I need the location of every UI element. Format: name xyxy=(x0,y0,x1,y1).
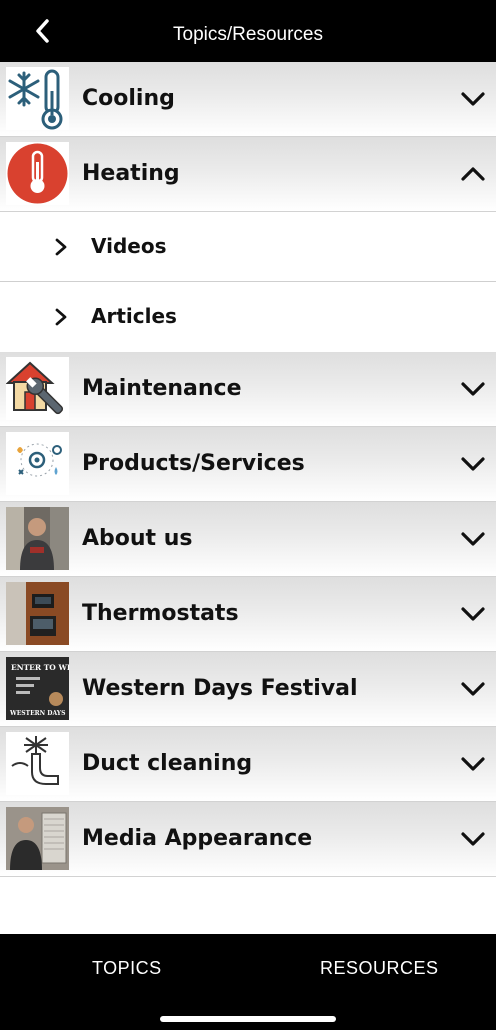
enter-to-win-photo: ENTER TO WIN WESTERN DAYS xyxy=(6,657,69,720)
chevron-down-icon xyxy=(461,607,485,621)
subitem-label: Videos xyxy=(91,234,167,258)
house-wrench-icon xyxy=(6,357,69,420)
topic-row-maintenance[interactable]: Maintenance xyxy=(0,352,496,427)
topic-label: Maintenance xyxy=(82,376,242,401)
topic-row-media-appearance[interactable]: Media Appearance xyxy=(0,802,496,877)
tab-resources[interactable]: RESOURCES xyxy=(320,958,439,979)
topic-row-products-services[interactable]: Products/Services xyxy=(0,427,496,502)
topic-row-heating[interactable]: Heating xyxy=(0,137,496,212)
chevron-down-icon xyxy=(461,457,485,471)
topic-label: Media Appearance xyxy=(82,826,313,851)
subitem-articles[interactable]: Articles xyxy=(0,282,496,352)
chevron-up-icon xyxy=(461,167,485,181)
topic-row-duct-cleaning[interactable]: Duct cleaning xyxy=(0,727,496,802)
chevron-down-icon xyxy=(461,682,485,696)
subitem-videos[interactable]: Videos xyxy=(0,212,496,282)
topic-label: About us xyxy=(82,526,193,551)
page-title: Topics/Resources xyxy=(173,24,323,45)
chevron-down-icon xyxy=(461,92,485,106)
topic-row-about-us[interactable]: About us xyxy=(0,502,496,577)
topic-row-western-days-festival[interactable]: ENTER TO WIN WESTERN DAYS Western Days F… xyxy=(0,652,496,727)
chevron-down-icon xyxy=(461,382,485,396)
svg-text:WESTERN DAYS: WESTERN DAYS xyxy=(9,710,65,717)
topics-list: Cooling Heating Videos Articles Maintena… xyxy=(0,62,496,877)
chevron-right-icon xyxy=(55,238,67,256)
snowflake-thermometer-icon xyxy=(6,67,69,130)
thermometer-icon xyxy=(6,142,69,205)
gear-cycle-icon xyxy=(6,432,69,495)
topic-label: Products/Services xyxy=(82,451,305,476)
chevron-down-icon xyxy=(461,532,485,546)
topic-label: Heating xyxy=(82,161,180,186)
bottom-tab-bar: TOPICS RESOURCES xyxy=(0,934,496,1030)
topic-label: Western Days Festival xyxy=(82,676,358,701)
topic-row-cooling[interactable]: Cooling xyxy=(0,62,496,137)
technician-photo xyxy=(6,507,69,570)
chevron-down-icon xyxy=(461,832,485,846)
home-indicator[interactable] xyxy=(160,1016,336,1022)
top-bar: Topics/Resources xyxy=(0,0,496,62)
media-photo xyxy=(6,807,69,870)
topic-label: Duct cleaning xyxy=(82,751,253,776)
thermostat-photo xyxy=(6,582,69,645)
topic-label: Thermostats xyxy=(82,601,239,626)
topic-label: Cooling xyxy=(82,86,175,111)
chevron-down-icon xyxy=(461,757,485,771)
chevron-right-icon xyxy=(55,308,67,326)
svg-text:ENTER TO WIN: ENTER TO WIN xyxy=(11,663,69,672)
subitem-label: Articles xyxy=(91,304,177,328)
duct-brush-icon xyxy=(6,732,69,795)
topic-row-thermostats[interactable]: Thermostats xyxy=(0,577,496,652)
tab-topics[interactable]: TOPICS xyxy=(92,958,162,979)
